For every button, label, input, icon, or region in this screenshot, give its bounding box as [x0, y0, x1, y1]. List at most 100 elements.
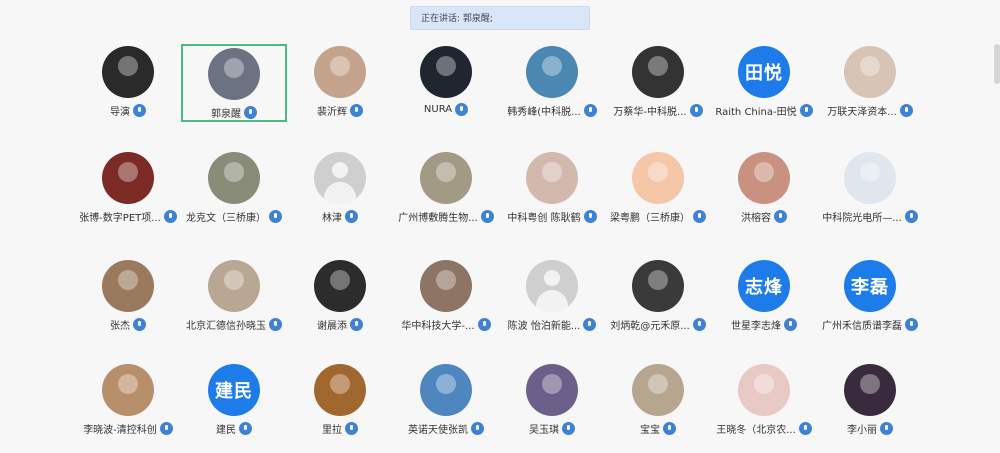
avatar	[632, 260, 684, 312]
microphone-icon	[133, 318, 146, 331]
participant-tile[interactable]: NURA	[393, 44, 499, 122]
avatar	[102, 46, 154, 98]
microphone-icon	[562, 422, 575, 435]
participant-tile[interactable]: 梁粤鹏（三桥康）	[605, 150, 711, 228]
microphone-icon	[689, 104, 703, 117]
participant-tile[interactable]: 陈波 怡泊新能...	[499, 258, 605, 336]
participant-tile[interactable]: 中科粤创 陈耿鹤	[499, 150, 605, 228]
participant-tile[interactable]: 建民 建民	[181, 362, 287, 440]
avatar-initials: 田悦	[745, 63, 783, 84]
participant-name-row: 王晓冬（北京农...	[716, 421, 812, 436]
participant-name-row: 洪榕容	[741, 209, 787, 224]
participant-name: 裴沂辉	[317, 107, 347, 118]
participant-tile[interactable]: 李小丽	[817, 362, 923, 440]
participant-name-row: 李小丽	[847, 421, 893, 436]
participant-name-row: 韩秀峰(中科脱...	[507, 103, 597, 118]
microphone-icon	[350, 104, 363, 117]
avatar	[844, 46, 896, 98]
microphone-icon	[583, 318, 597, 331]
participant-tile[interactable]: 北京汇德信孙晓玉	[181, 258, 287, 336]
participant-tile[interactable]: 韩秀峰(中科脱...	[499, 44, 605, 122]
participant-name: NURA	[423, 104, 453, 115]
participant-name-row: 中科粤创 陈耿鹤	[507, 209, 597, 224]
participant-tile[interactable]: 洪榕容	[711, 150, 817, 228]
participant-name: 里拉	[322, 425, 342, 436]
avatar	[844, 364, 896, 416]
participant-tile[interactable]: 导演	[75, 44, 181, 122]
participant-tile[interactable]: 华中科技大学-...	[393, 258, 499, 336]
participant-name-row: 北京汇德信孙晓玉	[186, 317, 282, 332]
participant-tile[interactable]: 志烽 世星李志烽	[711, 258, 817, 336]
avatar	[738, 152, 790, 204]
participant-tile[interactable]: 万联天泽资本...	[817, 44, 923, 122]
microphone-icon	[471, 422, 484, 435]
microphone-icon	[133, 104, 146, 117]
microphone-icon	[455, 103, 469, 116]
microphone-icon	[904, 210, 918, 223]
scrollbar[interactable]	[994, 44, 1000, 84]
avatar-initials: 志烽	[745, 277, 783, 298]
avatar	[632, 152, 684, 204]
participant-tile[interactable]: 广州博敷腾生物...	[393, 150, 499, 228]
microphone-icon	[163, 210, 177, 223]
participant-name-row: Raith China-田悦	[715, 103, 813, 118]
participant-grid: 导演 郭泉醒 裴沂辉 NURA 韩秀峰(中科脱... 万蔡华-中科脱... 田悦 Raith …	[0, 0, 1000, 453]
participant-tile[interactable]: 张杰	[75, 258, 181, 336]
avatar	[526, 260, 578, 312]
avatar: 志烽	[738, 260, 790, 312]
participant-tile[interactable]: 英诺天使张凯	[393, 362, 499, 440]
microphone-icon	[583, 210, 597, 223]
participant-tile[interactable]: 万蔡华-中科脱...	[605, 44, 711, 122]
participant-name: Raith China-田悦	[715, 107, 797, 118]
participant-name-row: 万蔡华-中科脱...	[613, 103, 703, 118]
avatar	[208, 260, 260, 312]
participant-tile[interactable]: 王晓冬（北京农...	[711, 362, 817, 440]
microphone-icon	[350, 318, 363, 331]
avatar	[314, 152, 366, 204]
participant-tile[interactable]: 张博-数字PET项...	[75, 150, 181, 228]
avatar	[420, 152, 472, 204]
participant-name-row: 谢晨添	[317, 317, 363, 332]
participant-name-row: 导演	[110, 103, 146, 118]
participant-name-row: 陈波 怡泊新能...	[508, 317, 597, 332]
participant-name: 广州禾信质谱李磊	[822, 321, 902, 332]
participant-tile[interactable]: 刘炳乾@元禾原...	[605, 258, 711, 336]
participant-name: 林津	[322, 213, 342, 224]
microphone-icon	[774, 210, 787, 223]
participant-tile[interactable]: 李磊 广州禾信质谱李磊	[817, 258, 923, 336]
avatar	[208, 152, 260, 204]
participant-name: 龙克文（三桥康）	[186, 213, 266, 224]
avatar: 建民	[208, 364, 260, 416]
participant-tile[interactable]: 裴沂辉	[287, 44, 393, 122]
microphone-icon	[899, 104, 913, 117]
avatar	[632, 46, 684, 98]
participant-tile[interactable]: 郭泉醒	[181, 44, 287, 122]
avatar	[844, 152, 896, 204]
avatar	[632, 364, 684, 416]
participant-tile[interactable]: 谢晨添	[287, 258, 393, 336]
participant-tile[interactable]: 里拉	[287, 362, 393, 440]
participant-tile[interactable]: 田悦 Raith China-田悦	[711, 44, 817, 122]
participant-name-row: 里拉	[322, 421, 358, 436]
microphone-icon	[583, 104, 597, 117]
microphone-icon	[480, 210, 494, 223]
participant-name-row: 世星李志烽	[731, 317, 797, 332]
participant-name: 导演	[110, 107, 130, 118]
participant-name: 英诺天使张凯	[408, 425, 468, 436]
participant-tile[interactable]: 龙克文（三桥康）	[181, 150, 287, 228]
participant-name: 中科院光电所—...	[822, 213, 902, 224]
participant-name-row: 中科院光电所—...	[822, 209, 918, 224]
participant-tile[interactable]: 李晓波-清控科创	[75, 362, 181, 440]
participant-tile[interactable]: 吴玉琪	[499, 362, 605, 440]
participant-name: 梁粤鹏（三桥康）	[610, 213, 690, 224]
participant-tile[interactable]: 中科院光电所—...	[817, 150, 923, 228]
microphone-icon	[663, 422, 676, 435]
participant-name: 建民	[216, 425, 236, 436]
participant-tile[interactable]: 宝宝	[605, 362, 711, 440]
participant-name-row: 龙克文（三桥康）	[186, 209, 282, 224]
microphone-icon	[345, 422, 358, 435]
participant-name-row: 林津	[322, 209, 358, 224]
participant-name: 张杰	[110, 321, 130, 332]
participant-tile[interactable]: 林津	[287, 150, 393, 228]
participant-name: 广州博敷腾生物...	[398, 213, 478, 224]
